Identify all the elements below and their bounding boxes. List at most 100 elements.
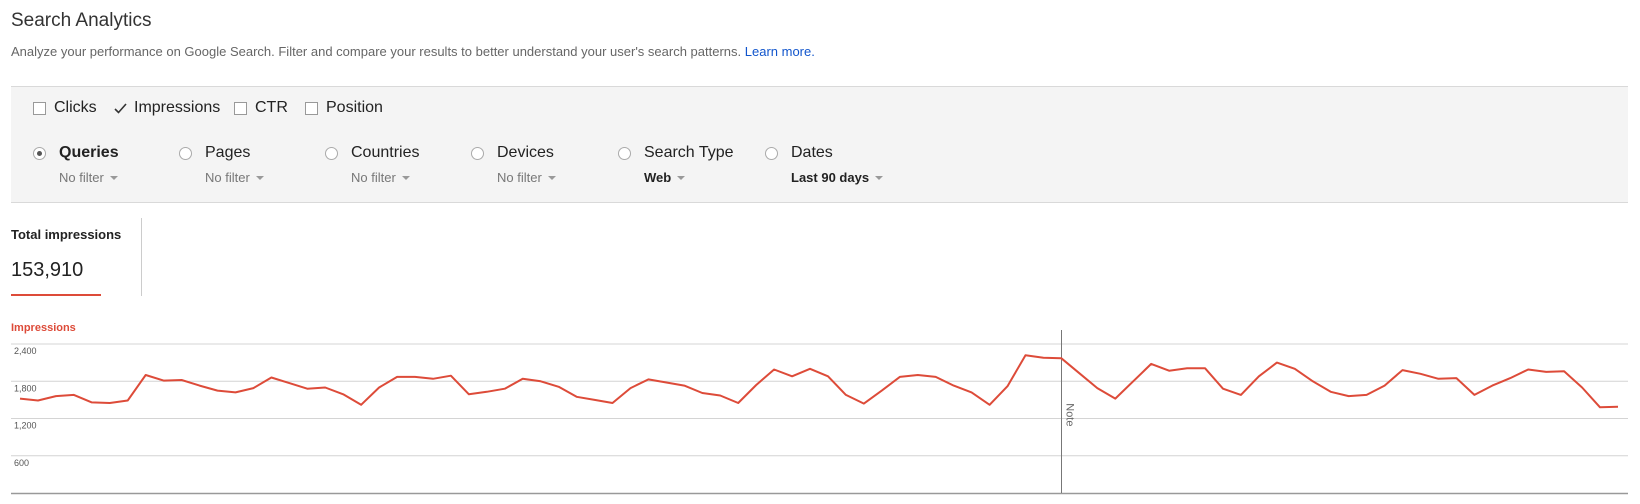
data-point[interactable] <box>861 401 867 407</box>
data-point[interactable] <box>197 383 203 389</box>
data-point[interactable] <box>969 389 975 395</box>
checkmark-icon[interactable] <box>114 102 128 114</box>
data-point[interactable] <box>1130 378 1136 384</box>
data-point[interactable] <box>825 373 831 379</box>
data-point[interactable] <box>125 398 131 404</box>
data-point[interactable] <box>1382 383 1388 389</box>
data-point[interactable] <box>1471 392 1477 398</box>
data-point[interactable] <box>89 399 95 405</box>
data-point[interactable] <box>1561 368 1567 374</box>
data-point[interactable] <box>1579 385 1585 391</box>
data-point[interactable] <box>250 385 256 391</box>
data-point[interactable] <box>1292 366 1298 372</box>
data-point[interactable] <box>610 400 616 406</box>
filter-dropdown[interactable]: Last 90 days <box>791 170 884 185</box>
data-point[interactable] <box>322 385 328 391</box>
data-point[interactable] <box>897 374 903 380</box>
data-point[interactable] <box>1256 373 1262 379</box>
data-point[interactable] <box>466 391 472 397</box>
data-point[interactable] <box>681 383 687 389</box>
metric-position[interactable]: Position <box>305 99 383 117</box>
data-point[interactable] <box>699 390 705 396</box>
metric-clicks[interactable]: Clicks <box>33 99 97 117</box>
data-point[interactable] <box>1058 355 1064 361</box>
data-point[interactable] <box>753 382 759 388</box>
data-point[interactable] <box>71 392 77 398</box>
data-point[interactable] <box>645 376 651 382</box>
data-point[interactable] <box>771 367 777 373</box>
annotation-label[interactable]: Note <box>1064 403 1076 426</box>
data-point[interactable] <box>1435 376 1441 382</box>
data-point[interactable] <box>879 388 885 394</box>
data-point[interactable] <box>17 396 23 402</box>
radio-icon[interactable] <box>471 147 484 160</box>
data-point[interactable] <box>717 393 723 399</box>
metric-impressions[interactable]: Impressions <box>114 99 220 117</box>
data-point[interactable] <box>951 383 957 389</box>
data-point[interactable] <box>1023 352 1029 358</box>
data-point[interactable] <box>1005 383 1011 389</box>
data-point[interactable] <box>448 373 454 379</box>
data-point[interactable] <box>179 377 185 383</box>
radio-icon[interactable] <box>765 147 778 160</box>
data-point[interactable] <box>1166 368 1172 374</box>
data-point[interactable] <box>358 402 364 408</box>
radio-selected-icon[interactable] <box>33 147 46 160</box>
radio-icon[interactable] <box>179 147 192 160</box>
data-point[interactable] <box>1597 404 1603 410</box>
data-point[interactable] <box>1525 367 1531 373</box>
data-point[interactable] <box>304 386 310 392</box>
data-point[interactable] <box>915 372 921 378</box>
filter-dropdown[interactable]: Web <box>644 170 686 185</box>
data-point[interactable] <box>1400 367 1406 373</box>
radio-icon[interactable] <box>325 147 338 160</box>
data-point[interactable] <box>933 374 939 380</box>
data-point[interactable] <box>1310 378 1316 384</box>
data-point[interactable] <box>161 378 167 384</box>
data-point[interactable] <box>286 380 292 386</box>
metric-ctr[interactable]: CTR <box>234 99 288 117</box>
data-point[interactable] <box>53 393 59 399</box>
data-point[interactable] <box>1418 371 1424 377</box>
filter-dropdown[interactable]: No filter <box>205 170 264 185</box>
filter-dropdown[interactable]: No filter <box>497 170 556 185</box>
data-point[interactable] <box>1543 369 1549 375</box>
impressions-chart[interactable]: 2,400 1,800 1,200 600 Note <box>0 330 1640 500</box>
data-point[interactable] <box>268 375 274 381</box>
data-point[interactable] <box>574 394 580 400</box>
data-point[interactable] <box>987 402 993 408</box>
data-point[interactable] <box>1453 375 1459 381</box>
data-point[interactable] <box>1615 404 1621 410</box>
data-point[interactable] <box>807 366 813 372</box>
data-point[interactable] <box>789 373 795 379</box>
data-point[interactable] <box>1507 375 1513 381</box>
data-point[interactable] <box>376 385 382 391</box>
data-point[interactable] <box>538 378 544 384</box>
data-point[interactable] <box>215 388 221 394</box>
data-point[interactable] <box>843 392 849 398</box>
checkbox-icon[interactable] <box>305 101 318 115</box>
data-point[interactable] <box>233 389 239 395</box>
data-point[interactable] <box>502 386 508 392</box>
data-point[interactable] <box>107 400 113 406</box>
data-point[interactable] <box>663 380 669 386</box>
data-point[interactable] <box>143 372 149 378</box>
data-point[interactable] <box>628 385 634 391</box>
data-point[interactable] <box>340 391 346 397</box>
data-point[interactable] <box>1220 386 1226 392</box>
data-point[interactable] <box>1364 392 1370 398</box>
data-point[interactable] <box>556 384 562 390</box>
data-point[interactable] <box>592 397 598 403</box>
data-point[interactable] <box>1112 396 1118 402</box>
data-point[interactable] <box>1040 355 1046 361</box>
data-point[interactable] <box>1238 392 1244 398</box>
data-point[interactable] <box>1274 360 1280 366</box>
data-point[interactable] <box>1328 389 1334 395</box>
data-point[interactable] <box>1076 370 1082 376</box>
data-point[interactable] <box>735 400 741 406</box>
data-point[interactable] <box>35 398 41 404</box>
radio-icon[interactable] <box>618 147 631 160</box>
data-point[interactable] <box>1202 365 1208 371</box>
data-point[interactable] <box>1148 361 1154 367</box>
data-point[interactable] <box>520 376 526 382</box>
